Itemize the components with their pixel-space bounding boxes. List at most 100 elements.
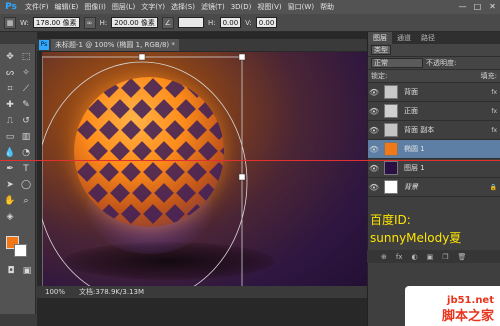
status-bar: 100% 文档:378.9K/3.13M bbox=[37, 286, 367, 298]
transform-handle-tr[interactable] bbox=[238, 53, 246, 61]
menu-edit[interactable]: 编辑(E) bbox=[52, 2, 82, 12]
layers-panel-footer: ⊕ fx ◐ ▣ ❐ 🗑 bbox=[367, 250, 500, 263]
crop-tool-icon[interactable]: ⌗ bbox=[3, 82, 17, 96]
history-brush-icon[interactable]: ↺ bbox=[19, 114, 33, 128]
lock-row: 锁定: 填充: bbox=[368, 70, 500, 83]
document-tab-title[interactable]: 未标题-1 @ 100% (椭圆 1, RGB/8) * bbox=[51, 39, 179, 51]
background-color-swatch[interactable] bbox=[14, 244, 27, 257]
window-controls: — □ ✕ bbox=[455, 0, 500, 14]
ellipse-path[interactable] bbox=[42, 61, 248, 297]
eraser-tool-icon[interactable]: ▭ bbox=[3, 130, 17, 144]
photoshop-logo: Ps bbox=[5, 2, 17, 12]
skew-v-label: V: bbox=[245, 18, 252, 27]
eye-icon[interactable]: 👁 bbox=[368, 164, 380, 173]
3d-tool-icon[interactable]: ◈ bbox=[3, 210, 17, 224]
maximize-button[interactable]: □ bbox=[470, 0, 485, 14]
baidu-id-name: sunnyMelody夏 bbox=[370, 231, 462, 245]
layer-name: 椭圆 1 bbox=[404, 145, 425, 153]
healing-brush-icon[interactable]: ✚ bbox=[3, 98, 17, 112]
filter-type-select[interactable]: 类型 bbox=[371, 45, 391, 55]
layer-thumbnail bbox=[384, 180, 398, 194]
adjustment-icon[interactable]: ◐ bbox=[411, 253, 417, 261]
move-tool-icon[interactable]: ✥ bbox=[3, 50, 17, 64]
angle-icon: ∠ bbox=[161, 16, 174, 29]
brush-tool-icon[interactable]: ✎ bbox=[19, 98, 33, 112]
document-tab[interactable]: Ps 未标题-1 @ 100% (椭圆 1, RGB/8) * bbox=[37, 39, 367, 51]
link-icon[interactable]: ∞ bbox=[83, 16, 96, 29]
ellipse-tool-icon[interactable]: ◯ bbox=[19, 178, 33, 192]
magic-wand-icon[interactable]: ✧ bbox=[19, 66, 33, 80]
layer-thumbnail bbox=[384, 123, 398, 137]
skew-v-field[interactable]: 0.00 bbox=[255, 17, 278, 28]
lasso-tool-icon[interactable]: ᔕ bbox=[3, 66, 17, 80]
new-layer-icon[interactable]: ❐ bbox=[442, 253, 448, 261]
layer-row[interactable]: 👁 背面 副本 fx bbox=[368, 121, 500, 140]
blend-mode-select[interactable]: 正常 bbox=[371, 58, 423, 68]
tab-channels[interactable]: 通道 bbox=[392, 32, 416, 44]
layer-row[interactable]: 👁 背面 fx bbox=[368, 83, 500, 102]
height-field[interactable]: 200.00 像素 bbox=[111, 17, 158, 28]
layer-thumbnail bbox=[384, 85, 398, 99]
type-tool-icon[interactable]: T bbox=[19, 162, 33, 176]
menu-filter[interactable]: 滤镜(T) bbox=[198, 2, 228, 12]
status-zoom[interactable]: 100% bbox=[45, 288, 65, 296]
minimize-button[interactable]: — bbox=[455, 0, 470, 14]
hand-tool-icon[interactable]: ✋ bbox=[3, 194, 17, 208]
menu-view[interactable]: 视图(V) bbox=[254, 2, 284, 12]
menu-select[interactable]: 选择(S) bbox=[168, 2, 198, 12]
eye-icon[interactable]: 👁 bbox=[368, 183, 380, 192]
canvas[interactable] bbox=[42, 52, 367, 297]
link-layers-icon[interactable]: ⊕ bbox=[381, 253, 387, 261]
marquee-tool-icon[interactable]: ⬚ bbox=[19, 50, 33, 64]
horizontal-guide[interactable] bbox=[0, 160, 500, 161]
menu-image[interactable]: 图像(I) bbox=[81, 2, 109, 12]
blur-tool-icon[interactable]: 💧 bbox=[3, 146, 17, 160]
menu-window[interactable]: 窗口(W) bbox=[285, 2, 317, 12]
layer-row-selected[interactable]: 👁 椭圆 1 bbox=[368, 140, 500, 159]
menu-layer[interactable]: 图层(L) bbox=[109, 2, 138, 12]
path-select-icon[interactable]: ➤ bbox=[3, 178, 17, 192]
close-button[interactable]: ✕ bbox=[485, 0, 500, 14]
stamp-tool-icon[interactable]: ⎍ bbox=[3, 114, 17, 128]
width-field[interactable]: 178.00 像素 bbox=[32, 17, 80, 28]
fx-badge[interactable]: fx bbox=[491, 108, 497, 115]
layer-thumbnail bbox=[384, 142, 398, 156]
gradient-tool-icon[interactable]: ▥ bbox=[19, 130, 33, 144]
menu-help[interactable]: 帮助 bbox=[317, 2, 337, 12]
transform-reference-icon[interactable]: ▦ bbox=[4, 16, 16, 29]
eye-icon[interactable]: 👁 bbox=[368, 88, 380, 97]
layer-row[interactable]: 👁 正面 fx bbox=[368, 102, 500, 121]
dodge-tool-icon[interactable]: ◔ bbox=[19, 146, 33, 160]
eyedropper-icon[interactable]: ⟋ bbox=[19, 82, 33, 96]
delete-icon[interactable]: 🗑 bbox=[458, 253, 467, 261]
eye-icon[interactable]: 👁 bbox=[368, 126, 380, 135]
tab-paths[interactable]: 路径 bbox=[416, 32, 440, 44]
tab-layers[interactable]: 图层 bbox=[368, 32, 392, 44]
fx-badge[interactable]: fx bbox=[491, 127, 497, 134]
layer-row[interactable]: 👁 图层 1 bbox=[368, 159, 500, 178]
add-style-icon[interactable]: fx bbox=[396, 253, 403, 261]
eye-icon[interactable]: 👁 bbox=[368, 107, 380, 116]
layer-thumbnail bbox=[384, 104, 398, 118]
transform-handle-top[interactable] bbox=[138, 53, 146, 61]
blend-row: 正常 不透明度: bbox=[368, 57, 500, 70]
zoom-tool-icon[interactable]: ⌕ bbox=[19, 194, 33, 208]
pen-tool-icon[interactable]: ✒ bbox=[3, 162, 17, 176]
quick-mask-icon[interactable]: ◘ bbox=[4, 264, 18, 278]
skew-h-field[interactable]: 0.00 bbox=[219, 17, 242, 28]
angle-field[interactable] bbox=[177, 17, 204, 28]
layer-row[interactable]: 👁 背景 🔒 bbox=[368, 178, 500, 197]
skew-h-label: H: bbox=[207, 18, 216, 27]
selection-overlay bbox=[42, 53, 248, 297]
menu-file[interactable]: 文件(F) bbox=[22, 2, 52, 12]
fx-badge[interactable]: fx bbox=[491, 89, 497, 96]
layer-name: 背面 副本 bbox=[404, 126, 435, 134]
transform-handle-right[interactable] bbox=[238, 173, 246, 181]
menu-3d[interactable]: 3D(D) bbox=[228, 3, 255, 11]
mask-icon[interactable]: ▣ bbox=[427, 253, 434, 261]
menu-type[interactable]: 文字(Y) bbox=[138, 2, 168, 12]
width-label: W: bbox=[20, 18, 29, 27]
screen-mode-icon[interactable]: ▣ bbox=[20, 264, 34, 278]
eye-icon[interactable]: 👁 bbox=[368, 145, 380, 154]
layer-filter-row: 类型 bbox=[368, 44, 500, 57]
